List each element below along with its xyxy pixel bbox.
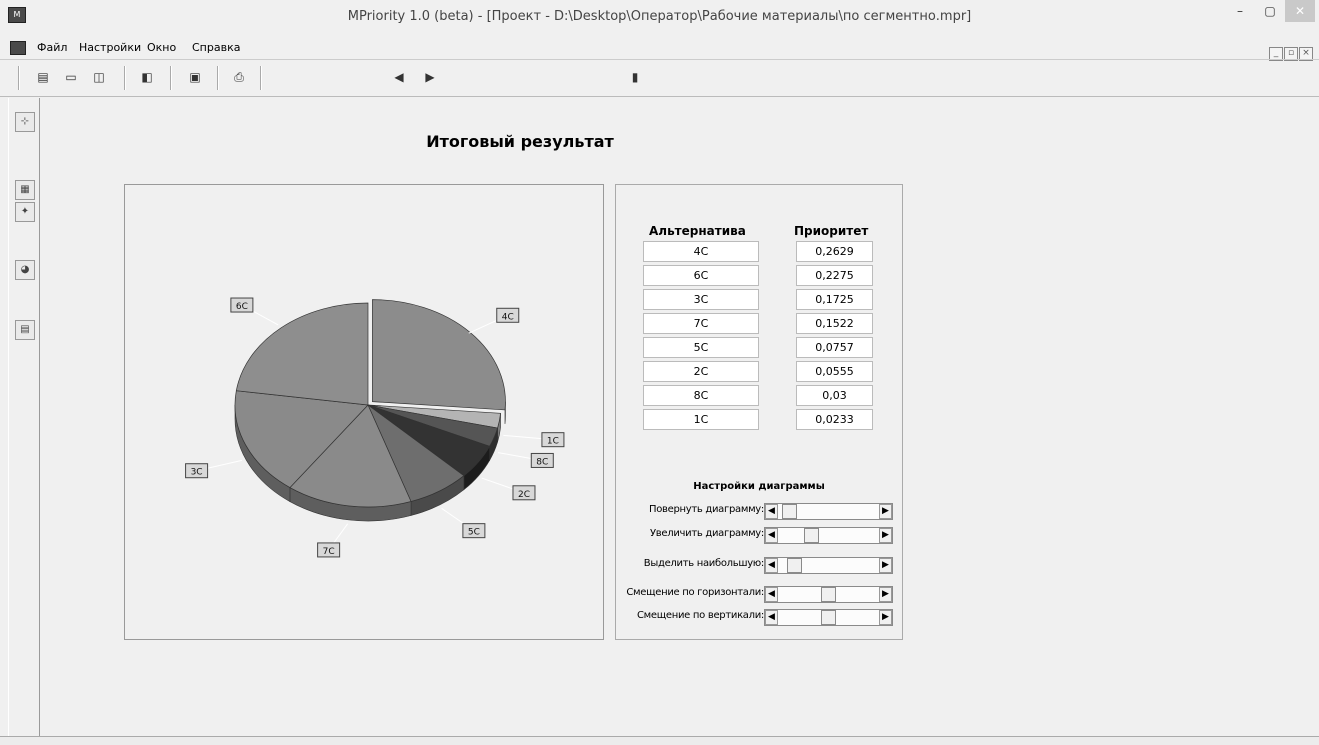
alternative-cell: 5C xyxy=(643,337,759,358)
title-bar: M MPriority 1.0 (beta) - [Проект - D:\De… xyxy=(0,0,1319,36)
pie-slice-4c xyxy=(372,300,505,410)
exit-icon[interactable]: ▮ xyxy=(628,70,642,84)
print-preview-icon[interactable]: ◫ xyxy=(92,70,106,84)
pie-chart-icon[interactable]: ◕ xyxy=(15,260,35,280)
scroll-right-icon[interactable]: ▶ xyxy=(879,558,892,573)
back-icon[interactable]: ◀ xyxy=(392,70,406,84)
pie-label: 7C xyxy=(323,547,335,557)
pie-label: 8C xyxy=(536,457,548,467)
toolbar-separator xyxy=(170,66,172,90)
menu-bar: Файл Настройки Окно Справка _▫× xyxy=(0,38,1319,58)
toolbar: ▤ ▭ ◫ ◧ ▣ ⎙ ◀ ▶ ▮ xyxy=(0,59,1319,97)
alternative-cell: 4C xyxy=(643,241,759,262)
priority-header: Приоритет xyxy=(794,224,868,238)
alternative-cell: 8C xyxy=(643,385,759,406)
alternative-cell: 6C xyxy=(643,265,759,286)
matrix-icon[interactable]: ▦ xyxy=(15,180,35,200)
zoom-label: Увеличить диаграмму: xyxy=(618,528,764,539)
toolbar-separator xyxy=(217,66,219,90)
priority-cell: 0,0757 xyxy=(796,337,873,358)
pie-label: 6C xyxy=(236,302,248,312)
new-icon[interactable]: ▤ xyxy=(36,70,50,84)
properties-icon[interactable]: ▣ xyxy=(188,70,202,84)
alternative-header: Альтернатива xyxy=(649,224,746,238)
alternative-cell: 1C xyxy=(643,409,759,430)
scroll-right-icon[interactable]: ▶ xyxy=(879,504,892,519)
priority-cell: 0,1522 xyxy=(796,313,873,334)
scroll-left-icon[interactable]: ◀ xyxy=(765,558,778,573)
scroll-right-icon[interactable]: ▶ xyxy=(879,610,892,625)
priority-cell: 0,2629 xyxy=(796,241,873,262)
menu-window[interactable]: Окно xyxy=(147,41,176,54)
priority-cell: 0,1725 xyxy=(796,289,873,310)
hshift-scrollbar[interactable]: ◀ ▶ xyxy=(764,586,893,603)
pie-label: 3C xyxy=(191,468,203,478)
maximize-button[interactable]: ▢ xyxy=(1255,0,1285,22)
rotate-label: Повернуть диаграмму: xyxy=(618,504,764,515)
rotate-scrollbar[interactable]: ◀ ▶ xyxy=(764,503,893,520)
window-title: MPriority 1.0 (beta) - [Проект - D:\Desk… xyxy=(0,9,1319,24)
vshift-label: Смещение по вертикали: xyxy=(618,610,764,621)
open-icon[interactable]: ▭ xyxy=(64,70,78,84)
compare-icon[interactable]: ✦ xyxy=(15,202,35,222)
scroll-thumb[interactable] xyxy=(782,504,797,519)
pie-label: 4C xyxy=(502,312,514,322)
document-icon[interactable] xyxy=(10,41,26,55)
forward-icon[interactable]: ▶ xyxy=(423,70,437,84)
menu-file[interactable]: Файл xyxy=(37,41,67,54)
scroll-thumb[interactable] xyxy=(821,610,836,625)
alternative-cell: 3C xyxy=(643,289,759,310)
toolbar-separator xyxy=(124,66,126,90)
menu-help[interactable]: Справка xyxy=(192,41,240,54)
vshift-scrollbar[interactable]: ◀ ▶ xyxy=(764,609,893,626)
priority-cell: 0,03 xyxy=(796,385,873,406)
alternative-cell: 7C xyxy=(643,313,759,334)
scroll-left-icon[interactable]: ◀ xyxy=(765,504,778,519)
pie-label: 5C xyxy=(468,528,480,538)
priority-cell: 0,0233 xyxy=(796,409,873,430)
priority-cell: 0,2275 xyxy=(796,265,873,286)
hierarchy-icon[interactable]: ⊹ xyxy=(15,112,35,132)
scroll-right-icon[interactable]: ▶ xyxy=(879,587,892,602)
pie-label: 2C xyxy=(518,490,530,500)
save-icon[interactable]: ◧ xyxy=(140,70,154,84)
scroll-right-icon[interactable]: ▶ xyxy=(879,528,892,543)
pie-slice-6c xyxy=(236,303,368,405)
scroll-left-icon[interactable]: ◀ xyxy=(765,528,778,543)
menu-settings[interactable]: Настройки xyxy=(79,41,141,54)
mdi-controls: _▫× xyxy=(1268,40,1313,61)
toolbar-separator xyxy=(260,66,262,90)
results-panel: Альтернатива Приоритет 4C 0,2629 6C 0,2275 3… xyxy=(615,184,903,640)
pie-chart: 4C 1C 8C 2C 5C 7C 3C 6C xyxy=(125,185,603,639)
close-button[interactable]: ✕ xyxy=(1285,0,1315,22)
scroll-left-icon[interactable]: ◀ xyxy=(765,610,778,625)
scroll-left-icon[interactable]: ◀ xyxy=(765,587,778,602)
left-toolbar: ⊹ ▦ ✦ ◕ ▤ xyxy=(8,98,40,736)
page-title: Итоговый результат xyxy=(360,132,680,151)
report-icon[interactable]: ▤ xyxy=(15,320,35,340)
toolbar-separator xyxy=(18,66,20,90)
hshift-label: Смещение по горизонтали: xyxy=(618,587,764,598)
settings-title: Настройки диаграммы xyxy=(616,481,902,492)
chart-panel: 4C 1C 8C 2C 5C 7C 3C 6C xyxy=(124,184,604,640)
scroll-thumb[interactable] xyxy=(804,528,819,543)
minimize-button[interactable]: – xyxy=(1225,0,1255,22)
zoom-scrollbar[interactable]: ◀ ▶ xyxy=(764,527,893,544)
scroll-thumb[interactable] xyxy=(787,558,802,573)
scroll-thumb[interactable] xyxy=(821,587,836,602)
print-icon[interactable]: ⎙ xyxy=(232,70,246,84)
pie-label: 1C xyxy=(547,437,559,447)
alternative-cell: 2C xyxy=(643,361,759,382)
highlight-scrollbar[interactable]: ◀ ▶ xyxy=(764,557,893,574)
highlight-label: Выделить наибольшую: xyxy=(618,558,764,569)
priority-cell: 0,0555 xyxy=(796,361,873,382)
